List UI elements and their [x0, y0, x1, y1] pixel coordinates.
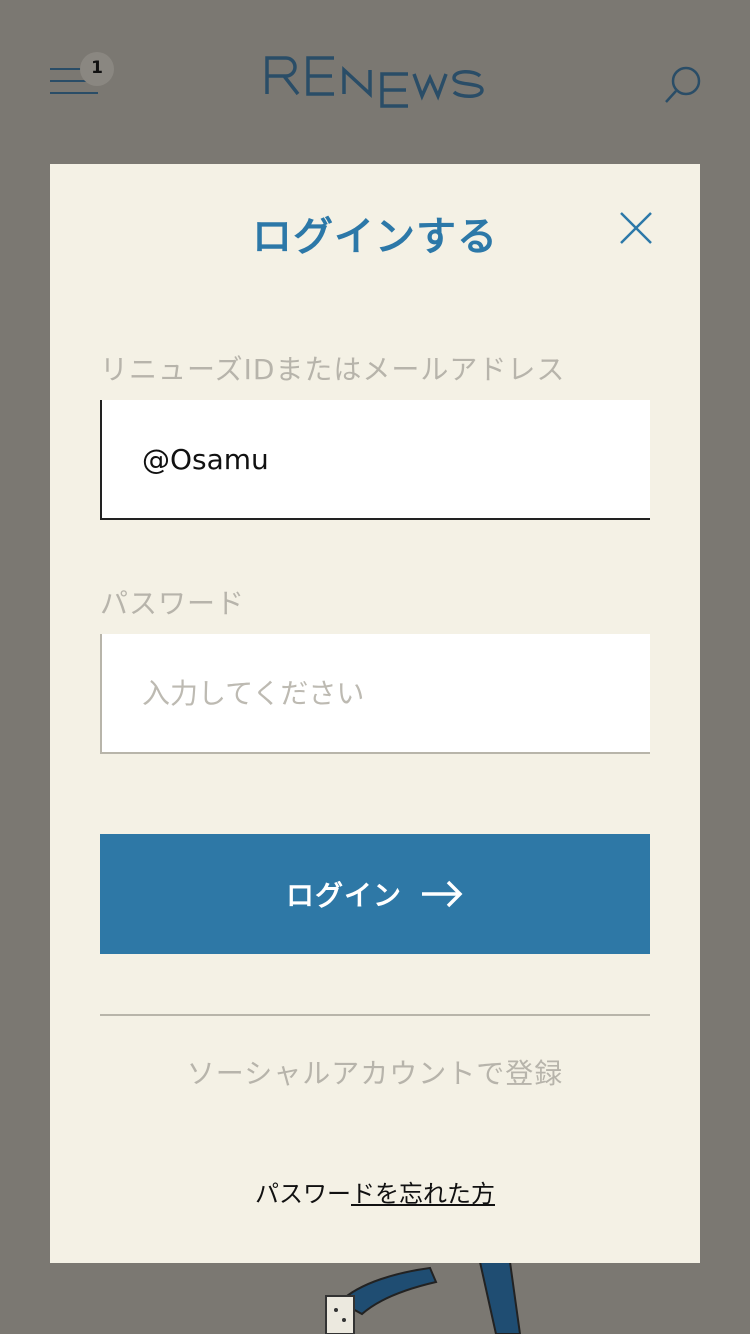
login-button-label: ログイン [285, 879, 402, 912]
search-icon [665, 66, 701, 103]
close-button[interactable] [620, 212, 652, 244]
arrow-right-icon [422, 880, 463, 908]
social-account-link[interactable]: ソーシャルアカウントで登録 [0, 1052, 750, 1092]
id-input[interactable] [142, 442, 650, 476]
divider [100, 1014, 650, 1016]
id-field[interactable] [100, 400, 650, 520]
forgot-password: パスワードを忘れた方 [0, 1174, 750, 1209]
forgot-password-link[interactable]: ドを忘れた方 [351, 1180, 495, 1208]
notification-badge: 1 [80, 52, 114, 86]
login-button[interactable]: ログイン [100, 834, 650, 954]
password-field-label: パスワード [100, 587, 246, 620]
background-illustration [325, 1262, 522, 1334]
id-field-label: リニューズIDまたはメールアドレス [100, 353, 566, 386]
password-field[interactable] [100, 634, 650, 754]
close-icon [620, 212, 652, 244]
app-header: 1 [0, 0, 750, 164]
search-button[interactable] [662, 62, 706, 106]
renews-logo [265, 56, 484, 108]
forgot-password-prefix: パスワー [255, 1180, 351, 1208]
password-input[interactable] [142, 676, 650, 710]
